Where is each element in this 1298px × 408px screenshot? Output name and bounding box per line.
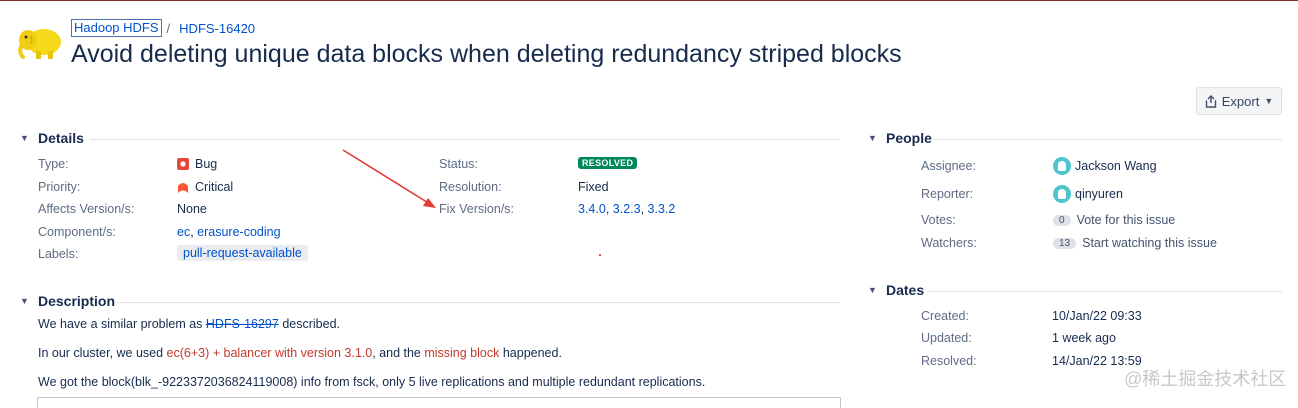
user-avatar-icon xyxy=(1053,185,1071,203)
description-paragraph-1: We have a similar problem as HDFS-16297 … xyxy=(38,317,340,331)
details-section-toggle[interactable]: ▼ Details xyxy=(20,130,84,146)
resolved-label: Resolved: xyxy=(921,354,977,368)
breadcrumb-project-link[interactable]: Hadoop HDFS xyxy=(71,19,162,37)
type-value: Bug xyxy=(177,157,217,171)
status-value: RESOLVED xyxy=(578,157,638,169)
paragraph-text: happened. xyxy=(499,346,562,360)
votes-count: 0 xyxy=(1053,214,1071,226)
fix-version-link-2[interactable]: 3.2.3 xyxy=(613,202,641,216)
critical-priority-icon xyxy=(178,183,188,193)
status-badge: RESOLVED xyxy=(578,157,638,169)
annotation-dot xyxy=(599,254,601,256)
updated-label: Updated: xyxy=(921,331,972,345)
details-divider xyxy=(90,139,840,140)
chevron-down-icon: ▼ xyxy=(1264,96,1274,106)
description-paragraph-3: We got the block(blk_-922337203682411900… xyxy=(38,375,706,389)
page-title: Avoid deleting unique data blocks when d… xyxy=(71,40,902,68)
paragraph-text: described. xyxy=(278,317,340,331)
vote-link[interactable]: Vote for this issue xyxy=(1077,213,1176,227)
code-block xyxy=(37,397,841,408)
paragraph-text: In our cluster, we used xyxy=(38,346,167,360)
export-button[interactable]: Export ▼ xyxy=(1196,87,1282,115)
components-value: ec , erasure-coding xyxy=(177,225,281,239)
fix-version-value: 3.4.0 , 3.2.3 , 3.3.2 xyxy=(578,202,675,216)
bug-icon xyxy=(177,158,189,170)
top-border xyxy=(0,0,1298,1)
breadcrumb-issue-key-link[interactable]: HDFS-16420 xyxy=(179,21,255,36)
description-heading: Description xyxy=(38,293,116,309)
fix-version-label: Fix Version/s: xyxy=(439,202,515,216)
assignee-value[interactable]: Jackson Wang xyxy=(1053,157,1157,175)
description-paragraph-2: In our cluster, we used ec(6+3) + balanc… xyxy=(38,346,562,360)
user-avatar-icon xyxy=(1053,157,1071,175)
chevron-down-icon: ▼ xyxy=(20,133,29,143)
people-divider xyxy=(933,139,1282,140)
fix-version-separator: , xyxy=(605,202,613,216)
people-section-toggle[interactable]: ▼ People xyxy=(868,130,932,146)
dates-section-toggle[interactable]: ▼ Dates xyxy=(868,282,924,298)
labels-value: pull-request-available xyxy=(177,245,308,261)
watermark: @稀土掘金技术社区 xyxy=(1124,369,1287,389)
chevron-down-icon: ▼ xyxy=(20,296,29,306)
paragraph-text: , and the xyxy=(372,346,425,360)
paragraph-text: We have a similar problem as xyxy=(38,317,206,331)
hadoop-elephant-logo[interactable] xyxy=(16,22,64,62)
dates-divider xyxy=(928,291,1282,292)
related-issue-link[interactable]: HDFS-16297 xyxy=(206,317,279,331)
created-value: 10/Jan/22 09:33 xyxy=(1052,309,1142,323)
reporter-name: qinyuren xyxy=(1075,187,1123,201)
votes-value: 0 Vote for this issue xyxy=(1053,213,1175,227)
assignee-name: Jackson Wang xyxy=(1075,159,1157,173)
reporter-label: Reporter: xyxy=(921,187,974,201)
highlighted-text: ec(6+3) + balancer with version 3.1.0 xyxy=(166,346,373,360)
share-icon xyxy=(1205,94,1216,108)
reporter-value[interactable]: qinyuren xyxy=(1053,185,1123,203)
watchers-label: Watchers: xyxy=(921,236,977,250)
people-heading: People xyxy=(886,130,932,146)
priority-text: Critical xyxy=(195,180,234,194)
components-label: Component/s: xyxy=(38,225,116,239)
breadcrumb-separator: / xyxy=(166,20,171,36)
priority-value: Critical xyxy=(177,180,233,194)
details-heading: Details xyxy=(38,130,84,146)
affects-version-label: Affects Version/s: xyxy=(38,202,135,216)
labels-label: Labels: xyxy=(38,247,79,261)
votes-label: Votes: xyxy=(921,213,956,227)
chevron-down-icon: ▼ xyxy=(868,133,877,143)
updated-value: 1 week ago xyxy=(1052,331,1116,345)
label-tag[interactable]: pull-request-available xyxy=(177,245,308,261)
type-label: Type: xyxy=(38,157,69,171)
component-separator: , xyxy=(190,225,198,239)
highlighted-text: missing block xyxy=(424,346,500,360)
component-link-ec[interactable]: ec xyxy=(177,225,190,239)
assignee-label: Assignee: xyxy=(921,159,976,173)
resolution-label: Resolution: xyxy=(439,180,502,194)
watch-link[interactable]: Start watching this issue xyxy=(1082,236,1217,250)
fix-version-link-3[interactable]: 3.3.2 xyxy=(648,202,676,216)
fix-version-separator: , xyxy=(640,202,648,216)
chevron-down-icon: ▼ xyxy=(868,285,877,295)
breadcrumb: Hadoop HDFS / HDFS-16420 xyxy=(71,19,255,37)
watchers-value: 13 Start watching this issue xyxy=(1053,236,1217,250)
description-divider xyxy=(118,302,840,303)
component-link-erasure-coding[interactable]: erasure-coding xyxy=(197,225,280,239)
resolution-value: Fixed xyxy=(578,180,609,194)
priority-label: Priority: xyxy=(38,180,81,194)
affects-version-value: None xyxy=(177,202,207,216)
dates-heading: Dates xyxy=(886,282,925,298)
export-label: Export xyxy=(1221,93,1260,109)
fix-version-link-1[interactable]: 3.4.0 xyxy=(578,202,606,216)
description-section-toggle[interactable]: ▼ Description xyxy=(20,293,115,309)
created-label: Created: xyxy=(921,309,969,323)
watchers-count: 13 xyxy=(1053,237,1077,249)
status-label: Status: xyxy=(439,157,478,171)
type-text: Bug xyxy=(195,157,218,171)
